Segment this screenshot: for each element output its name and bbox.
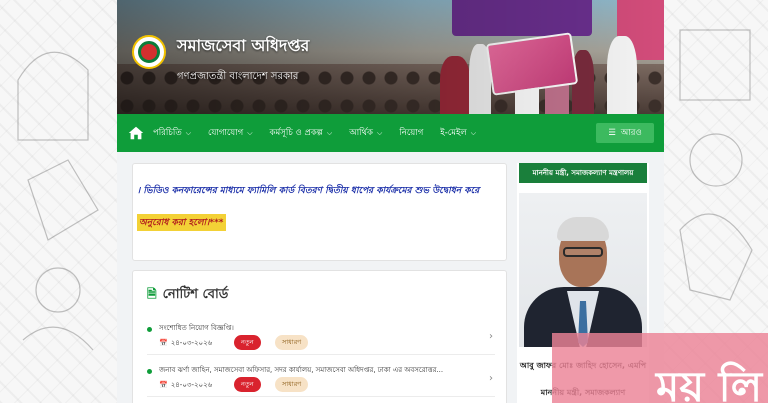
notice-board-title: 🗎 নোটিশ বোর্ড [147, 285, 228, 306]
more-menu-button[interactable]: ☰ আরও [596, 123, 654, 143]
nav-item-label: যোগাযোগ [208, 128, 244, 138]
new-badge: নতুন [234, 377, 261, 392]
watermark-text: ময় লি [656, 362, 762, 403]
notice-text[interactable]: জনাব ঝর্ণা জাহিন, সমাজসেবা অফিসার, সদর ক… [159, 364, 479, 376]
home-icon[interactable] [127, 124, 145, 142]
bullet-icon [147, 327, 152, 332]
notice-item[interactable]: সংশোধিত নিয়োগ বিজ্ঞপ্তি। 📅 ২৪-০৩-২০২৬ ন… [147, 319, 495, 355]
marquee-notice[interactable]: অনুরোধ করা হলো।*** [137, 214, 226, 231]
chevron-right-icon[interactable]: › [489, 373, 493, 384]
sketch-illustration [17, 51, 99, 351]
nav-item-label: কর্মসূচি ও প্রকল্প [269, 128, 323, 138]
nav-item-label: নিয়োগ [399, 128, 424, 138]
left-decorative-background [0, 0, 117, 403]
main-navigation: পরিচিতি ⌵ যোগাযোগ ⌵ কর্মসূচি ও প্রকল্প ⌵ আর… [117, 114, 664, 152]
nav-item-label: পরিচিতি [153, 128, 182, 138]
minister-photo[interactable] [519, 193, 647, 347]
publisher-watermark: ময় লি [552, 333, 768, 403]
photo-hair [557, 217, 609, 241]
site-subtitle: গণপ্রজাতন্ত্রী বাংলাদেশ সরকার [177, 71, 299, 82]
sketch-illustration [679, 29, 753, 301]
government-logo[interactable] [132, 35, 166, 69]
marquee-headline[interactable]: । ভিডিও কনফারেন্সের মাধ্যমে ফ্যামিলি কার… [137, 183, 479, 198]
notice-date-value: ২৪-০৩-২০২৬ [170, 381, 213, 389]
nav-item-recruitment[interactable]: নিয়োগ [399, 126, 423, 140]
notice-date-value: ২৪-০৩-২০২৬ [170, 339, 213, 347]
nav-item-label: ই-মেইল [440, 128, 467, 138]
chevron-down-icon: ⌵ [247, 128, 253, 137]
category-badge: সাধারণ [275, 377, 309, 392]
nav-item-label: আর্থিক [349, 128, 373, 138]
notice-date: 📅 ২৪-০৩-২০২৬ [159, 337, 212, 349]
notice-text[interactable]: সংশোধিত নিয়োগ বিজ্ঞপ্তি। [159, 322, 479, 334]
chevron-down-icon: ⌵ [377, 128, 383, 137]
chevron-down-icon: ⌵ [470, 128, 477, 137]
chevron-right-icon[interactable]: › [489, 331, 493, 342]
category-badge: সাধারণ [275, 335, 309, 350]
minister-panel-header: মাননীয় মন্ত্রী, সমাজকল্যাণ মন্ত্রণালয় [519, 163, 647, 183]
chevron-down-icon: ⌵ [185, 128, 192, 137]
header-banner: সমাজসেবা অধিদপ্তর গণপ্রজাতন্ত্রী বাংলাদে… [117, 0, 664, 114]
calendar-icon: 📅 [159, 381, 168, 389]
notice-board-heading: নোটিশ বোর্ড [162, 287, 229, 302]
nav-item-contact[interactable]: যোগাযোগ ⌵ [208, 126, 253, 140]
site-title[interactable]: সমাজসেবা অধিদপ্তর [177, 33, 309, 60]
nav-item-financial[interactable]: আর্থিক ⌵ [349, 126, 382, 140]
notice-item[interactable]: জনাব ঝর্ণা জাহিন, সমাজসেবা অফিসার, সদর ক… [147, 361, 495, 397]
chevron-down-icon: ⌵ [326, 128, 333, 137]
news-marquee: । ভিডিও কনফারেন্সের মাধ্যমে ফ্যামিলি কার… [132, 163, 507, 261]
photo-glasses [563, 247, 603, 257]
new-badge: নতুন [234, 335, 261, 350]
logo-emblem-icon [138, 41, 160, 63]
nav-item-email[interactable]: ই-মেইল ⌵ [440, 126, 476, 140]
nav-item-programs[interactable]: কর্মসূচি ও প্রকল্প ⌵ [270, 126, 333, 140]
notice-date: 📅 ২৪-০৩-২০২৬ [159, 379, 212, 391]
calendar-icon: 📅 [159, 339, 168, 347]
notice-board: 🗎 নোটিশ বোর্ড সংশোধিত নিয়োগ বিজ্ঞপ্তি। … [132, 270, 507, 403]
more-button-label: আরও [620, 128, 642, 138]
document-icon: 🗎 [147, 287, 157, 301]
bullet-icon [147, 369, 152, 374]
menu-icon: ☰ [608, 128, 616, 138]
nav-item-introduction[interactable]: পরিচিতি ⌵ [153, 126, 191, 140]
